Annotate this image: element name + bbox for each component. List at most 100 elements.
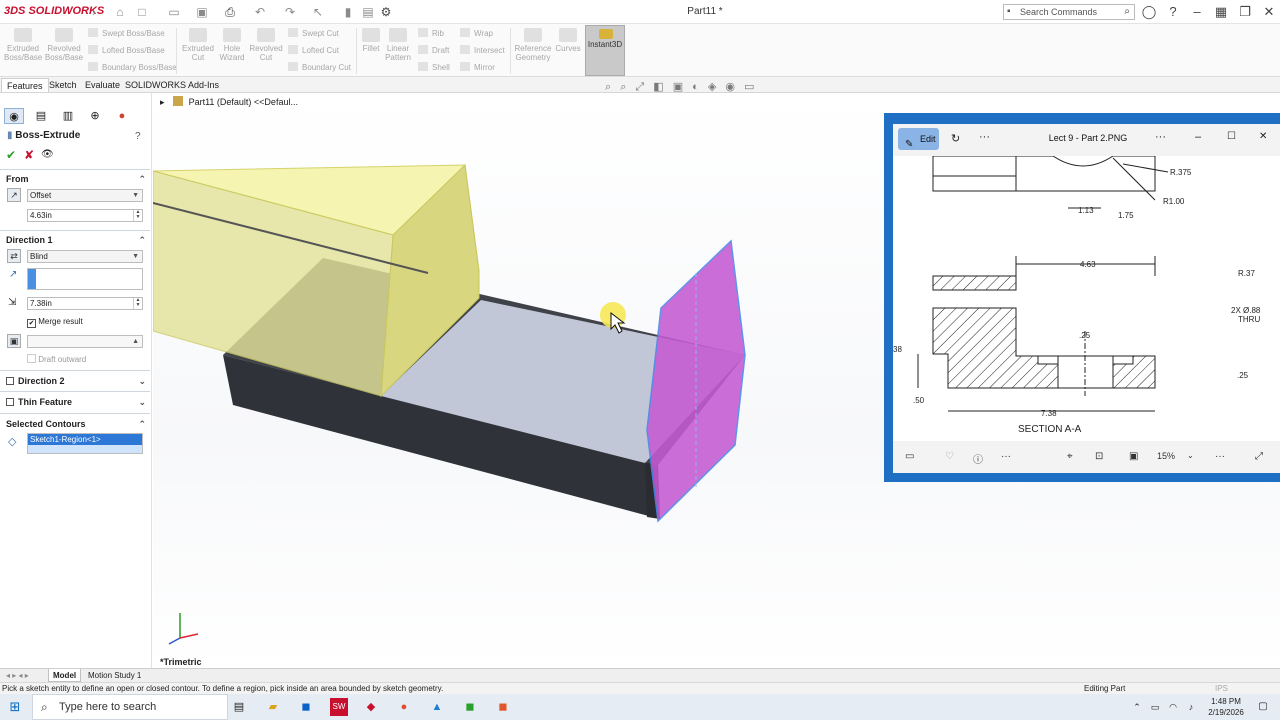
status-units[interactable]: IPS	[1215, 683, 1228, 694]
file-properties-icon[interactable]: ▤	[360, 4, 376, 20]
revolved-boss-button[interactable]: Revolved Boss/Base	[44, 28, 84, 62]
photos-app-icon[interactable]: ▲	[428, 698, 446, 716]
thin-feature-checkbox[interactable]	[6, 398, 14, 406]
tab-configuration-manager[interactable]: ▥	[58, 108, 78, 124]
windows-start-icon[interactable]: ⊞	[6, 698, 24, 716]
zoom-level[interactable]: 15%	[1157, 451, 1175, 461]
selected-contours-list[interactable]: Sketch1-Region<1>	[27, 433, 143, 454]
draft-button[interactable]: Draft	[418, 45, 449, 55]
more-options-icon[interactable]: ···	[979, 131, 990, 143]
photos-viewer-window[interactable]: ✎ Edit ↻ ··· Lect 9 - Part 2.PNG ··· – ☐ …	[884, 113, 1280, 482]
swept-boss-button[interactable]: Swept Boss/Base	[88, 28, 165, 38]
depth-input[interactable]: 7.38in ▲ ▼	[27, 297, 143, 310]
fillet-button[interactable]: Fillet	[358, 28, 384, 53]
instant3d-button[interactable]: Instant3D	[585, 25, 625, 76]
fit-window-icon[interactable]: ▣	[1129, 451, 1138, 462]
tab-appearance[interactable]: ●	[112, 108, 132, 124]
camtasia-icon[interactable]: ◼	[461, 698, 479, 716]
network-icon[interactable]: ▭	[1146, 698, 1164, 716]
rib-button[interactable]: Rib	[418, 28, 444, 38]
thin-feature-section-header[interactable]: Thin Feature ⌄	[6, 397, 148, 407]
home-icon[interactable]: ⌂	[112, 4, 128, 20]
close-button[interactable]: ✕	[1260, 3, 1278, 21]
direction1-section-header[interactable]: Direction 1 ⌃	[6, 235, 148, 245]
reference-geometry-button[interactable]: Reference Geometry	[512, 28, 554, 62]
clock[interactable]: 1:48 PM 2/19/2026	[1206, 696, 1246, 718]
user-account-icon[interactable]: ◯	[1140, 3, 1158, 21]
end-condition-select[interactable]: Blind ▼	[27, 250, 143, 263]
rebuild-icon[interactable]: ▮	[340, 4, 356, 20]
from-select[interactable]: Offset ▼	[27, 189, 143, 202]
open-folder-icon[interactable]: ▭	[166, 4, 182, 20]
reverse-direction-icon[interactable]: ⇄	[7, 249, 21, 263]
direction-vector-field[interactable]	[27, 268, 143, 290]
tab-scroll-arrows[interactable]: ◂ ▸ ◂ ▸	[2, 669, 33, 682]
select-icon[interactable]: ↖	[310, 4, 326, 20]
boundary-cut-button[interactable]: Boundary Cut	[288, 62, 351, 72]
options-gear-icon[interactable]: ⚙	[378, 4, 394, 20]
title-more-icon[interactable]: ···	[1155, 131, 1166, 143]
redo-icon[interactable]: ↷	[282, 4, 298, 20]
zoom-dropdown-icon[interactable]: ⌄	[1187, 451, 1194, 460]
draft-outward-checkbox[interactable]: Draft outward	[27, 354, 86, 364]
direction2-section-header[interactable]: Direction 2 ⌄	[6, 376, 148, 386]
solidworks-taskbar-icon[interactable]: SW	[330, 698, 348, 716]
draft-toggle-icon[interactable]: ▣	[7, 334, 21, 348]
file-explorer-icon[interactable]: ▰	[264, 698, 282, 716]
lofted-boss-button[interactable]: Lofted Boss/Base	[88, 45, 165, 55]
hole-wizard-button[interactable]: Hole Wizard	[216, 28, 248, 62]
bottom-more-icon[interactable]: ···	[1001, 451, 1011, 462]
wrap-button[interactable]: Wrap	[460, 28, 493, 38]
menu-arrow-icon[interactable]: ›	[86, 4, 102, 20]
photos-minimize-button[interactable]: –	[1195, 131, 1201, 143]
tab-feature-manager[interactable]: ◉	[4, 108, 24, 124]
restore-button[interactable]: ❐	[1236, 3, 1254, 21]
tab-model[interactable]: Model	[48, 669, 82, 682]
merge-result-checkbox[interactable]: ✔ Merge result	[27, 317, 83, 328]
volume-icon[interactable]: ♪	[1182, 698, 1200, 716]
offset-input[interactable]: 4.63in ▲ ▼	[27, 209, 143, 222]
swept-cut-button[interactable]: Swept Cut	[288, 28, 339, 38]
info-icon[interactable]: ⓘ	[973, 451, 983, 466]
photos-close-button[interactable]: ✕	[1259, 131, 1267, 142]
help-icon[interactable]: ?	[135, 131, 141, 142]
lofted-cut-button[interactable]: Lofted Cut	[288, 45, 339, 55]
task-view-icon[interactable]: ▤	[230, 698, 248, 716]
save-icon[interactable]: ▣	[194, 4, 210, 20]
cancel-button[interactable]: ✘	[24, 148, 34, 162]
rotate-icon[interactable]: ↻	[951, 132, 960, 145]
extruded-boss-button[interactable]: Extruded Boss/Base	[4, 28, 42, 62]
edit-button[interactable]: ✎ Edit	[898, 128, 939, 150]
fullscreen-icon[interactable]: ⤢	[1255, 451, 1263, 462]
heads-up-view-toolbar[interactable]: ⌕ ⌕ ⤢ ◧ ▣ ◐ ◈ ◉ ▭	[605, 80, 757, 94]
selected-contours-header[interactable]: Selected Contours ⌃	[6, 419, 148, 429]
intersect-button[interactable]: Intersect	[460, 45, 505, 55]
boundary-boss-button[interactable]: Boundary Boss/Base	[88, 62, 177, 72]
undo-icon[interactable]: ↶	[252, 4, 268, 20]
favorite-heart-icon[interactable]: ♡	[945, 451, 954, 462]
wifi-icon[interactable]: ◠	[1164, 698, 1182, 716]
mirror-button[interactable]: Mirror	[460, 62, 495, 72]
tab-evaluate[interactable]: Evaluate	[80, 78, 125, 92]
minimize-button[interactable]: –	[1188, 3, 1206, 21]
outlook-icon[interactable]: ◼	[297, 698, 315, 716]
zoom-more-icon[interactable]: ···	[1215, 451, 1225, 462]
preview-eye-icon[interactable]: 👁	[41, 149, 54, 160]
tab-sketch[interactable]: Sketch	[44, 78, 82, 92]
taskbar-search-box[interactable]: ⌕ Type here to search	[32, 694, 228, 720]
recorder-icon[interactable]: ◼	[494, 698, 512, 716]
tab-addins[interactable]: SOLIDWORKS Add-Ins	[120, 78, 224, 92]
contour-list-item[interactable]: Sketch1-Region<1>	[28, 434, 142, 445]
actual-size-icon[interactable]: ⊡	[1095, 451, 1103, 462]
feature-tree-flyout[interactable]: ▸ Part11 (Default) <<Defaul...	[160, 96, 298, 108]
help-icon[interactable]: ?	[1164, 3, 1182, 21]
tab-motion-study[interactable]: Motion Study 1	[84, 669, 145, 682]
ok-button[interactable]: ✔	[6, 148, 16, 162]
new-document-icon[interactable]: □	[134, 4, 150, 20]
linear-pattern-button[interactable]: Linear Pattern	[384, 28, 412, 62]
acrobat-icon[interactable]: ◆	[362, 698, 380, 716]
photos-maximize-button[interactable]: ☐	[1227, 131, 1236, 142]
search-commands-input[interactable]: ▪ Search Commands ⌕	[1003, 4, 1135, 20]
crop-icon[interactable]: ⌖	[1067, 451, 1073, 462]
tab-features[interactable]: Features	[1, 78, 49, 92]
